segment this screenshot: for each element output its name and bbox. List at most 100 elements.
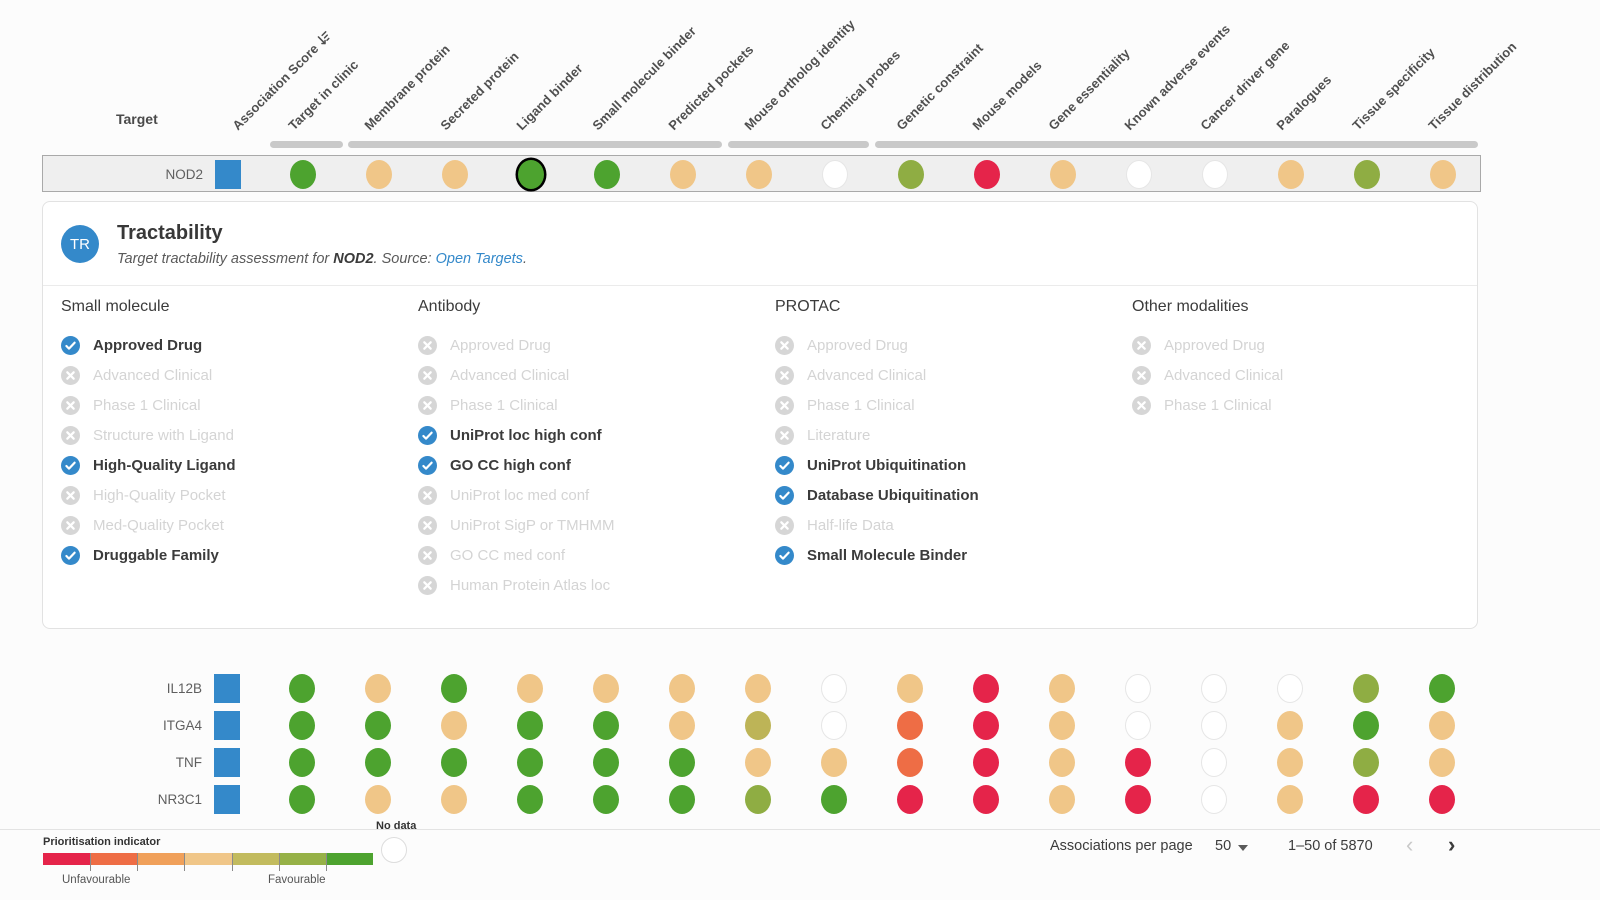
prioritisation-dot-tissue-specificity[interactable] [1353, 711, 1379, 740]
column-header-tissue-distribution[interactable]: Tissue distribution [1425, 39, 1519, 133]
column-header-tissue-specificity[interactable]: Tissue specificity [1349, 45, 1437, 133]
prioritisation-dot-cancer-driver-gene[interactable] [1201, 674, 1227, 703]
prioritisation-dot-known-adverse-events[interactable] [1125, 748, 1151, 777]
prioritisation-dot-predicted-pockets[interactable] [669, 785, 695, 814]
prioritisation-dot-known-adverse-events[interactable] [1125, 674, 1151, 703]
prioritisation-dot-small-molecule-binder[interactable] [593, 711, 619, 740]
prioritisation-dot-gene-essentiality[interactable] [1049, 785, 1075, 814]
prioritisation-dot-paralogues[interactable] [1277, 711, 1303, 740]
column-header-paralogues[interactable]: Paralogues [1273, 72, 1334, 133]
prioritisation-dot-small-molecule-binder[interactable] [593, 748, 619, 777]
association-score-cell[interactable] [215, 160, 241, 189]
previous-page-button[interactable]: ‹ [1406, 832, 1413, 858]
prioritisation-dot-target-in-clinic[interactable] [290, 160, 316, 189]
association-score-cell[interactable] [214, 785, 240, 814]
prioritisation-dot-cancer-driver-gene[interactable] [1201, 711, 1227, 740]
prioritisation-dot-chemical-probes[interactable] [821, 674, 847, 703]
column-header-chemical-probes[interactable]: Chemical probes [817, 47, 903, 133]
column-header-mouse-models[interactable]: Mouse models [969, 58, 1044, 133]
next-page-button[interactable]: › [1448, 832, 1455, 858]
prioritisation-dot-chemical-probes[interactable] [822, 160, 848, 189]
target-symbol[interactable]: NR3C1 [42, 781, 202, 818]
prioritisation-dot-mouse-ortholog-identity[interactable] [745, 785, 771, 814]
association-score-cell[interactable] [214, 748, 240, 777]
prioritisation-dot-mouse-models[interactable] [973, 748, 999, 777]
prioritisation-dot-gene-essentiality[interactable] [1049, 711, 1075, 740]
prioritisation-dot-tissue-distribution[interactable] [1430, 160, 1456, 189]
prioritisation-dot-paralogues[interactable] [1277, 785, 1303, 814]
prioritisation-dot-tissue-distribution[interactable] [1429, 748, 1455, 777]
prioritisation-dot-mouse-ortholog-identity[interactable] [745, 711, 771, 740]
column-header-gene-essentiality[interactable]: Gene essentiality [1045, 46, 1132, 133]
target-symbol[interactable]: IL12B [42, 670, 202, 707]
column-header-association-score[interactable]: Association Score [229, 28, 334, 133]
open-targets-link[interactable]: Open Targets [436, 251, 523, 267]
prioritisation-dot-mouse-models[interactable] [973, 711, 999, 740]
prioritisation-dot-genetic-constraint[interactable] [897, 785, 923, 814]
prioritisation-dot-membrane-protein[interactable] [365, 748, 391, 777]
prioritisation-dot-mouse-models[interactable] [973, 785, 999, 814]
prioritisation-dot-tissue-specificity[interactable] [1354, 160, 1380, 189]
prioritisation-dot-genetic-constraint[interactable] [897, 711, 923, 740]
prioritisation-dot-ligand-binder[interactable] [517, 748, 543, 777]
prioritisation-dot-known-adverse-events[interactable] [1125, 711, 1151, 740]
column-header-ligand-binder[interactable]: Ligand binder [513, 61, 585, 133]
prioritisation-dot-gene-essentiality[interactable] [1050, 160, 1076, 189]
prioritisation-dot-target-in-clinic[interactable] [289, 711, 315, 740]
prioritisation-dot-gene-essentiality[interactable] [1049, 748, 1075, 777]
prioritisation-dot-paralogues[interactable] [1277, 748, 1303, 777]
prioritisation-dot-chemical-probes[interactable] [821, 748, 847, 777]
prioritisation-dot-cancer-driver-gene[interactable] [1201, 785, 1227, 814]
prioritisation-dot-predicted-pockets[interactable] [669, 748, 695, 777]
target-symbol[interactable]: NOD2 [43, 156, 203, 193]
prioritisation-dot-tissue-distribution[interactable] [1429, 674, 1455, 703]
rows-per-page-select[interactable]: 50 [1215, 838, 1231, 854]
prioritisation-dot-secreted-protein[interactable] [442, 160, 468, 189]
prioritisation-dot-target-in-clinic[interactable] [289, 674, 315, 703]
prioritisation-dot-target-in-clinic[interactable] [289, 748, 315, 777]
prioritisation-dot-known-adverse-events[interactable] [1125, 785, 1151, 814]
prioritisation-dot-tissue-specificity[interactable] [1353, 748, 1379, 777]
target-symbol[interactable]: TNF [42, 744, 202, 781]
prioritisation-dot-secreted-protein[interactable] [441, 711, 467, 740]
prioritisation-dot-mouse-ortholog-identity[interactable] [746, 160, 772, 189]
prioritisation-dot-secreted-protein[interactable] [441, 748, 467, 777]
prioritisation-dot-genetic-constraint[interactable] [898, 160, 924, 189]
prioritisation-dot-genetic-constraint[interactable] [897, 748, 923, 777]
prioritisation-dot-tissue-specificity[interactable] [1353, 785, 1379, 814]
prioritisation-dot-genetic-constraint[interactable] [897, 674, 923, 703]
target-symbol[interactable]: ITGA4 [42, 707, 202, 744]
prioritisation-dot-secreted-protein[interactable] [441, 785, 467, 814]
prioritisation-dot-secreted-protein[interactable] [441, 674, 467, 703]
prioritisation-dot-ligand-binder[interactable] [518, 160, 544, 189]
prioritisation-dot-mouse-models[interactable] [974, 160, 1000, 189]
prioritisation-dot-gene-essentiality[interactable] [1049, 674, 1075, 703]
association-score-cell[interactable] [214, 711, 240, 740]
prioritisation-dot-tissue-specificity[interactable] [1353, 674, 1379, 703]
prioritisation-dot-cancer-driver-gene[interactable] [1202, 160, 1228, 189]
prioritisation-dot-mouse-models[interactable] [973, 674, 999, 703]
prioritisation-dot-membrane-protein[interactable] [365, 674, 391, 703]
prioritisation-dot-tissue-distribution[interactable] [1429, 711, 1455, 740]
prioritisation-dot-paralogues[interactable] [1278, 160, 1304, 189]
prioritisation-dot-mouse-ortholog-identity[interactable] [745, 674, 771, 703]
prioritisation-dot-predicted-pockets[interactable] [670, 160, 696, 189]
column-header-secreted-protein[interactable]: Secreted protein [437, 49, 521, 133]
prioritisation-dot-chemical-probes[interactable] [821, 785, 847, 814]
prioritisation-dot-target-in-clinic[interactable] [289, 785, 315, 814]
prioritisation-dot-predicted-pockets[interactable] [669, 711, 695, 740]
chevron-down-icon[interactable] [1238, 845, 1248, 851]
association-score-cell[interactable] [214, 674, 240, 703]
prioritisation-dot-membrane-protein[interactable] [366, 160, 392, 189]
prioritisation-dot-ligand-binder[interactable] [517, 711, 543, 740]
prioritisation-dot-small-molecule-binder[interactable] [594, 160, 620, 189]
prioritisation-dot-membrane-protein[interactable] [365, 785, 391, 814]
prioritisation-dot-predicted-pockets[interactable] [669, 674, 695, 703]
prioritisation-dot-ligand-binder[interactable] [517, 674, 543, 703]
prioritisation-dot-chemical-probes[interactable] [821, 711, 847, 740]
prioritisation-dot-known-adverse-events[interactable] [1126, 160, 1152, 189]
prioritisation-dot-tissue-distribution[interactable] [1429, 785, 1455, 814]
prioritisation-dot-small-molecule-binder[interactable] [593, 674, 619, 703]
prioritisation-dot-paralogues[interactable] [1277, 674, 1303, 703]
prioritisation-dot-mouse-ortholog-identity[interactable] [745, 748, 771, 777]
